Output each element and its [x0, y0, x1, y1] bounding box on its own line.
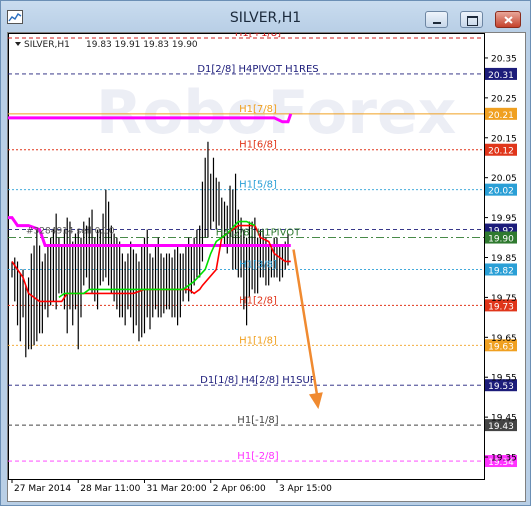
chart-area[interactable]: RoboForex #3284914 sell 0.10 H1[+1/8] D1[…	[7, 32, 526, 502]
minimize-icon	[433, 22, 441, 24]
close-button[interactable]	[495, 11, 521, 28]
level-label: H1[+1/8]	[235, 33, 281, 39]
price-tick-label: 19.85	[491, 254, 517, 264]
price-tick-label: 20.35	[491, 54, 517, 64]
level-label: H1[-2/8]	[237, 451, 278, 462]
price-tick-label: 20.25	[491, 94, 517, 104]
level-label: H1[3/8]	[239, 259, 277, 270]
header-triangle-icon	[15, 42, 21, 46]
price-badge-label: 20.02	[488, 187, 514, 197]
price-axis: 20.3120.2120.1220.0219.9219.9019.8219.73…	[484, 54, 517, 468]
price-tick-label: 19.75	[491, 294, 517, 304]
time-tick-label: 31 Mar 20:00	[146, 484, 206, 494]
level-label: H1[2/8]	[239, 295, 277, 306]
level-label: H4[2/8] H1PIVOT	[216, 228, 301, 239]
level-label: H1[-1/8]	[237, 415, 278, 426]
level-label: H1[5/8]	[239, 180, 277, 191]
order-label: #3284914 sell 0.10	[26, 227, 115, 237]
minimize-button[interactable]	[425, 11, 448, 28]
restore-icon	[467, 16, 478, 26]
level-label: H1[1/8]	[239, 335, 277, 346]
price-badge-label: 19.82	[488, 266, 514, 276]
price-tick-label: 19.95	[491, 214, 517, 224]
level-label: D1[2/8] H4PIVOT H1RES	[197, 64, 318, 75]
price-tick-label: 19.65	[491, 334, 517, 344]
chart-window: SILVER,H1 RoboForex #3284914 sell 0.10 H…	[0, 0, 531, 506]
close-icon	[504, 16, 513, 24]
time-tick-label: 3 Apr 15:00	[279, 484, 332, 494]
price-tick-label: 19.35	[491, 454, 517, 464]
arrow-head	[308, 392, 323, 410]
price-badge-label: 20.12	[488, 147, 514, 157]
time-tick-label: 2 Apr 06:00	[213, 484, 266, 494]
restore-button[interactable]	[460, 11, 483, 28]
price-tick-label: 19.45	[491, 414, 517, 424]
price-chart[interactable]: RoboForex #3284914 sell 0.10 H1[+1/8]D1[…	[8, 33, 525, 501]
ohlc-values: 19.83 19.91 19.83 19.90	[86, 40, 198, 50]
symbol-header: SILVER,H1 19.83 19.91 19.83 19.90	[15, 40, 198, 50]
price-tick-label: 20.15	[491, 134, 517, 144]
level-label: D1[1/8] H4[2/8] H1SUP	[200, 375, 316, 386]
level-label: H1[7/8]	[239, 104, 277, 115]
title-bar[interactable]: SILVER,H1	[1, 1, 530, 35]
level-label: H1[6/8]	[239, 140, 277, 151]
time-tick-label: 27 Mar 2014	[14, 484, 71, 494]
time-axis: 27 Mar 2014 28 Mar 11:00 31 Mar 20:00 2 Apr…	[11, 479, 332, 494]
symbol-label: SILVER,H1	[24, 40, 70, 50]
price-badge-label: 20.31	[488, 71, 514, 81]
candles	[11, 141, 289, 358]
price-tick-label: 19.55	[491, 374, 517, 384]
price-badge-label: 19.90	[488, 235, 514, 245]
window-title: SILVER,H1	[229, 10, 302, 26]
price-tick-label: 20.05	[491, 174, 517, 184]
time-tick-label: 28 Mar 11:00	[80, 484, 140, 494]
price-badge-label: 20.21	[488, 111, 514, 121]
